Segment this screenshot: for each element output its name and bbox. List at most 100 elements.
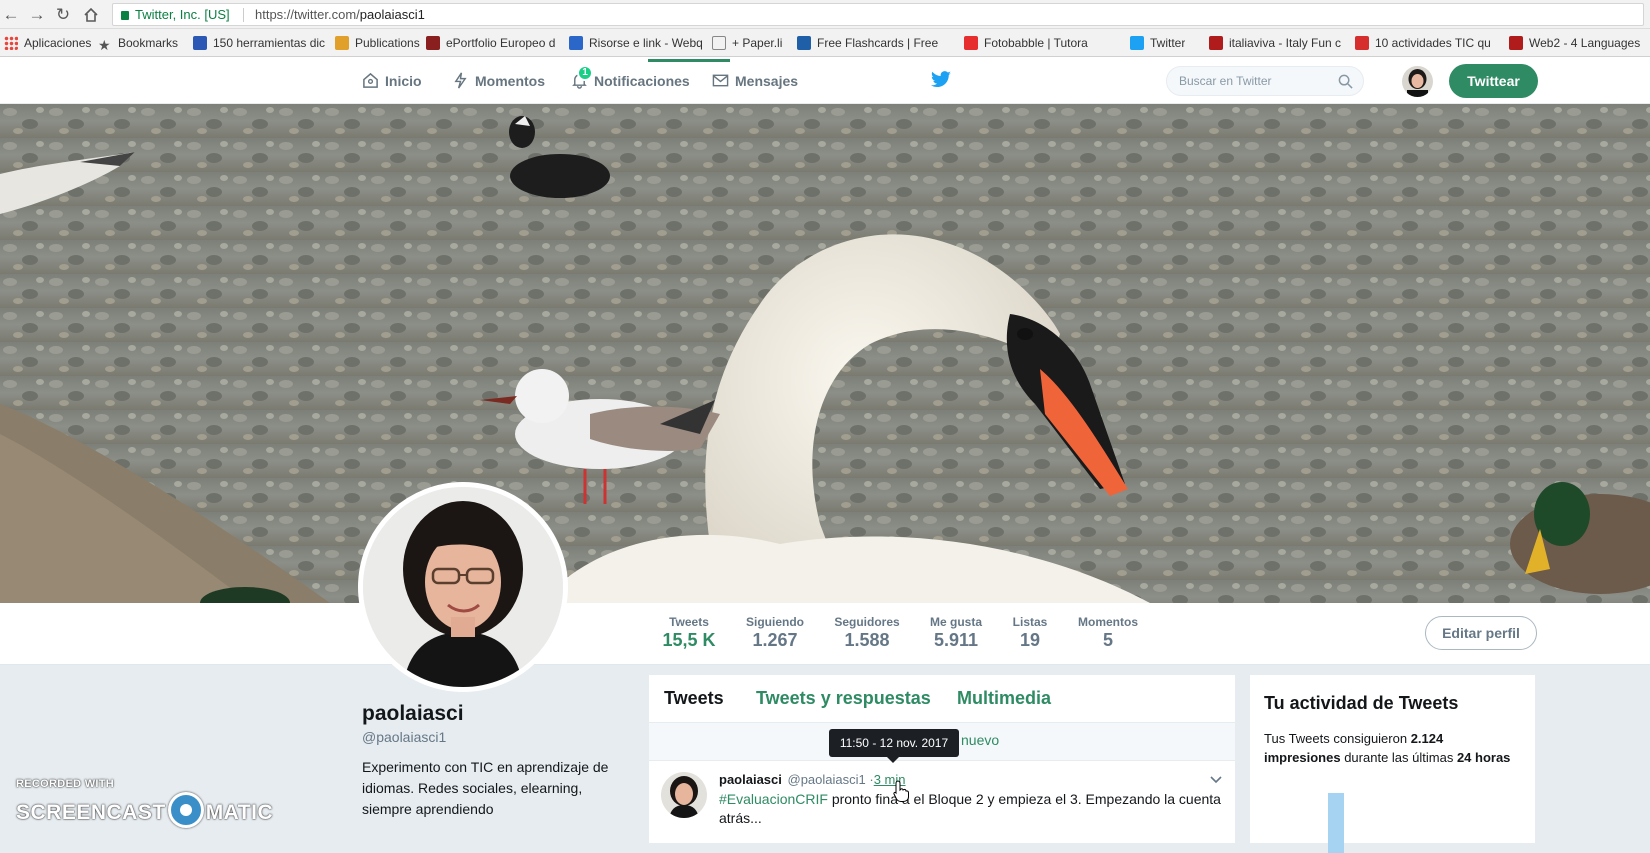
activity-text-post: durante las últimas: [1340, 750, 1457, 765]
profile-stat-seguidores[interactable]: Seguidores 1.588: [822, 615, 912, 651]
bookmark-item[interactable]: Risorse e link - Webq: [569, 35, 703, 51]
hand-cursor-icon: [893, 780, 909, 802]
profile-handle[interactable]: @paolaiasci1: [362, 729, 446, 745]
nav-messages-label: Mensajes: [735, 73, 799, 89]
home-icon: [363, 72, 378, 88]
home-icon[interactable]: [80, 4, 102, 26]
star-icon: ★: [98, 37, 111, 51]
bookmark-item[interactable]: 150 herramientas dic: [193, 35, 325, 51]
url-text[interactable]: https://twitter.com/paolaiasci1: [255, 4, 425, 25]
activity-title[interactable]: Tu actividad de Tweets: [1264, 693, 1458, 714]
profile-stat-siguiendo[interactable]: Siguiendo 1.267: [730, 615, 820, 651]
stat-label: Seguidores: [834, 615, 900, 629]
nav-home-label: Inicio: [385, 73, 422, 89]
tweet-author[interactable]: paolaiasci: [719, 772, 782, 787]
tab-tweets-and-replies[interactable]: Tweets y respuestas: [756, 688, 931, 709]
active-stat-underline: [648, 59, 730, 62]
lightning-icon: [454, 72, 467, 89]
bookmark-favicon: [193, 36, 207, 50]
reload-icon[interactable]: ↻: [52, 4, 74, 26]
nav-messages[interactable]: Mensajes: [712, 71, 798, 91]
lock-icon: [121, 11, 129, 20]
watermark-small-text: RECORDED WITH: [16, 778, 115, 790]
edit-profile-button[interactable]: Editar perfil: [1425, 616, 1537, 650]
stat-label: Tweets: [669, 615, 709, 629]
bookmark-label: Bookmarks: [118, 36, 179, 50]
back-arrow-icon[interactable]: ←: [0, 4, 22, 26]
tab-tweets[interactable]: Tweets: [664, 688, 724, 709]
address-bar[interactable]: Twitter, Inc. [US] https://twitter.com/p…: [112, 3, 1644, 26]
new-tweets-text[interactable]: nuevo: [961, 732, 999, 748]
tweet-button[interactable]: Twittear: [1449, 64, 1538, 98]
stat-value: 15,5 K: [662, 630, 716, 650]
bookmark-item[interactable]: ePortfolio Europeo d: [426, 35, 555, 51]
bookmark-item[interactable]: Publications: [335, 35, 420, 51]
nav-home[interactable]: Inicio: [362, 71, 422, 91]
tweet-hashtag[interactable]: #EvaluacionCRIF: [719, 791, 828, 807]
bookmark-item[interactable]: Free Flashcards | Free: [797, 35, 938, 51]
browser-toolbar: ← → ↻ Twitter, Inc. [US] https://twitter…: [0, 0, 1650, 29]
nav-notifications-label: Notificaciones: [594, 73, 690, 89]
profile-avatar[interactable]: [358, 482, 568, 692]
profile-stat-tweets[interactable]: Tweets 15,5 K: [644, 615, 734, 651]
bookmark-favicon: [335, 36, 349, 50]
watermark-right-text: MATIC: [205, 801, 274, 824]
bookmark-favicon: [1355, 36, 1369, 50]
timestamp-tooltip: 11:50 - 12 nov. 2017: [829, 729, 959, 757]
tweet-avatar[interactable]: [661, 772, 707, 818]
activity-chart-bar[interactable]: [1328, 793, 1344, 853]
bookmark-item[interactable]: italiaviva - Italy Fun c: [1209, 35, 1341, 51]
timeline-tabs: Tweets Tweets y respuestas Multimedia: [649, 675, 1235, 723]
bookmark-favicon: [1209, 36, 1223, 50]
tweet-text: #EvaluacionCRIF pronto fina a el Bloque …: [719, 790, 1224, 828]
twitter-bird-icon[interactable]: [930, 71, 952, 89]
search-icon[interactable]: [1338, 74, 1353, 89]
tab-media[interactable]: Multimedia: [957, 688, 1051, 709]
bookmark-label: 10 actividades TIC qu: [1375, 36, 1491, 50]
bookmarks-bar: Aplicaciones ★ Bookmarks 150 herramientas d…: [0, 29, 1650, 57]
stat-label: Listas: [1012, 615, 1048, 629]
tweet-handle[interactable]: @paolaiasci1: [788, 772, 866, 787]
profile-banner-image[interactable]: [0, 104, 1650, 603]
profile-name[interactable]: paolaiasci: [362, 702, 464, 726]
profile-stat-momentos[interactable]: Momentos 5: [1063, 615, 1153, 651]
profile-stat-listas[interactable]: Listas 19: [985, 615, 1075, 651]
forward-arrow-icon[interactable]: →: [26, 4, 48, 26]
site-identity: Twitter, Inc. [US]: [135, 7, 230, 22]
chevron-down-icon[interactable]: [1210, 773, 1222, 787]
envelope-icon: [712, 74, 729, 87]
nav-moments[interactable]: Momentos: [452, 71, 545, 91]
activity-text-mid: impresiones: [1264, 750, 1341, 765]
bookmark-item[interactable]: Fotobabble | Tutora: [964, 35, 1088, 51]
bookmark-item[interactable]: Web2 - 4 Languages: [1509, 35, 1640, 51]
bookmark-label: + Paper.li: [732, 36, 783, 50]
bookmark-item[interactable]: Aplicaciones: [4, 35, 91, 51]
url-path: paolaiasci1: [359, 7, 425, 22]
stat-label: Momentos: [1078, 615, 1138, 629]
secure-badge[interactable]: Twitter, Inc. [US]: [121, 4, 230, 25]
page-icon: [712, 36, 726, 50]
bookmark-favicon: [1509, 36, 1523, 50]
bookmark-label: italiaviva - Italy Fun c: [1229, 36, 1342, 50]
bookmark-item[interactable]: 10 actividades TIC qu: [1355, 35, 1491, 51]
twitter-bird-icon: [1130, 36, 1144, 50]
url-prefix: https://twitter.com/: [255, 7, 360, 22]
check-icon: [797, 36, 811, 50]
bookmark-label: Free Flashcards | Free: [817, 36, 939, 50]
bookmark-label: ePortfolio Europeo d: [446, 36, 556, 50]
bookmark-item[interactable]: ★ Bookmarks: [98, 35, 178, 51]
search-placeholder: Buscar en Twitter: [1179, 74, 1272, 88]
bookmark-item[interactable]: + Paper.li: [712, 35, 782, 51]
screencast-o-icon: [167, 792, 204, 828]
bookmark-item[interactable]: Twitter: [1130, 35, 1185, 51]
apps-grid-icon: [4, 36, 18, 50]
activity-summary: Tus Tweets consiguieron 2.124 impresione…: [1264, 729, 1514, 767]
bookmark-label: Risorse e link - Webq: [589, 36, 703, 50]
activity-hours: 24 horas: [1456, 750, 1511, 765]
nav-avatar[interactable]: [1402, 66, 1433, 97]
tooltip-arrow: [887, 757, 899, 763]
watermark-logo: SCREENCAST MATIC: [16, 792, 273, 828]
search-input[interactable]: Buscar en Twitter: [1166, 66, 1364, 96]
stat-value: 19: [1019, 630, 1041, 650]
notification-count-badge: 1: [577, 65, 593, 81]
